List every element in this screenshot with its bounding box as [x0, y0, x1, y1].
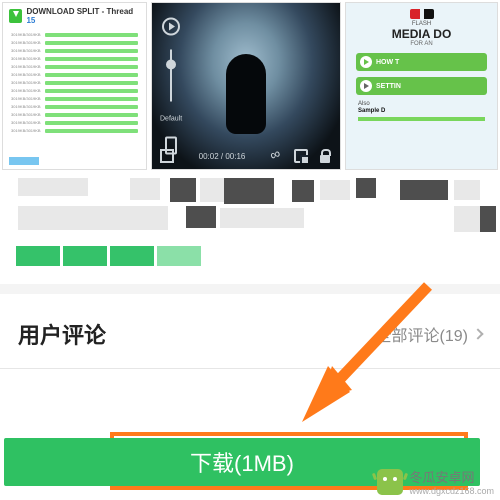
obscured-description: [0, 178, 500, 243]
reviews-header: 用户评论 全部评论(19): [0, 294, 500, 368]
screenshot-gallery[interactable]: DOWNLOAD SPLIT - Thread 15 3019KB/3019KB…: [0, 0, 500, 170]
screenshot-card-1[interactable]: DOWNLOAD SPLIT - Thread 15 3019KB/3019KB…: [2, 2, 147, 170]
chevron-right-icon: [472, 328, 483, 339]
media-subtitle: FOR AN: [350, 41, 493, 47]
play-icon: [162, 18, 180, 36]
lock-icon: [318, 149, 332, 163]
sample-label: Sample D: [358, 108, 493, 114]
reviews-title: 用户评论: [18, 318, 106, 350]
card1-title: DOWNLOAD SPLIT - Thread 15: [26, 7, 140, 25]
rotate-label: Default: [160, 116, 182, 123]
playback-time: 00:02 / 00:16: [199, 152, 246, 161]
watermark: 冬瓜安卓网 www.dgxcdz168.com: [377, 467, 494, 496]
media-title: MEDIA DO: [350, 27, 493, 41]
screenshot-card-3[interactable]: FLASH MEDIA DO FOR AN HOW T SETTIN Also …: [345, 2, 498, 170]
download-icon: [9, 9, 22, 23]
howto-button: HOW T: [356, 53, 487, 71]
volume-track: [170, 50, 172, 102]
expand-icon: [160, 149, 174, 163]
also-label: Also: [358, 101, 493, 107]
hr-divider: [0, 368, 500, 369]
android-icon: [377, 469, 403, 495]
section-divider: [0, 284, 500, 294]
watermark-url: www.dgxcdz168.com: [409, 486, 494, 496]
screenshot-card-2[interactable]: Default 00:02 / 00:16: [151, 2, 341, 170]
progress-list: 3019KB/3019KB 3019KB/3019KB 3019KB/3019K…: [3, 32, 146, 133]
tag-row: [0, 243, 500, 266]
sample-bar: [358, 117, 485, 121]
flash-logo-icon: [410, 9, 434, 19]
cast-icon: [294, 149, 308, 163]
card1-footer-badge: [9, 157, 39, 165]
settings-button: SETTIN: [356, 77, 487, 95]
all-reviews-link[interactable]: 全部评论(19): [376, 322, 482, 346]
watermark-name: 冬瓜安卓网: [409, 467, 494, 486]
loop-icon: [270, 149, 284, 163]
